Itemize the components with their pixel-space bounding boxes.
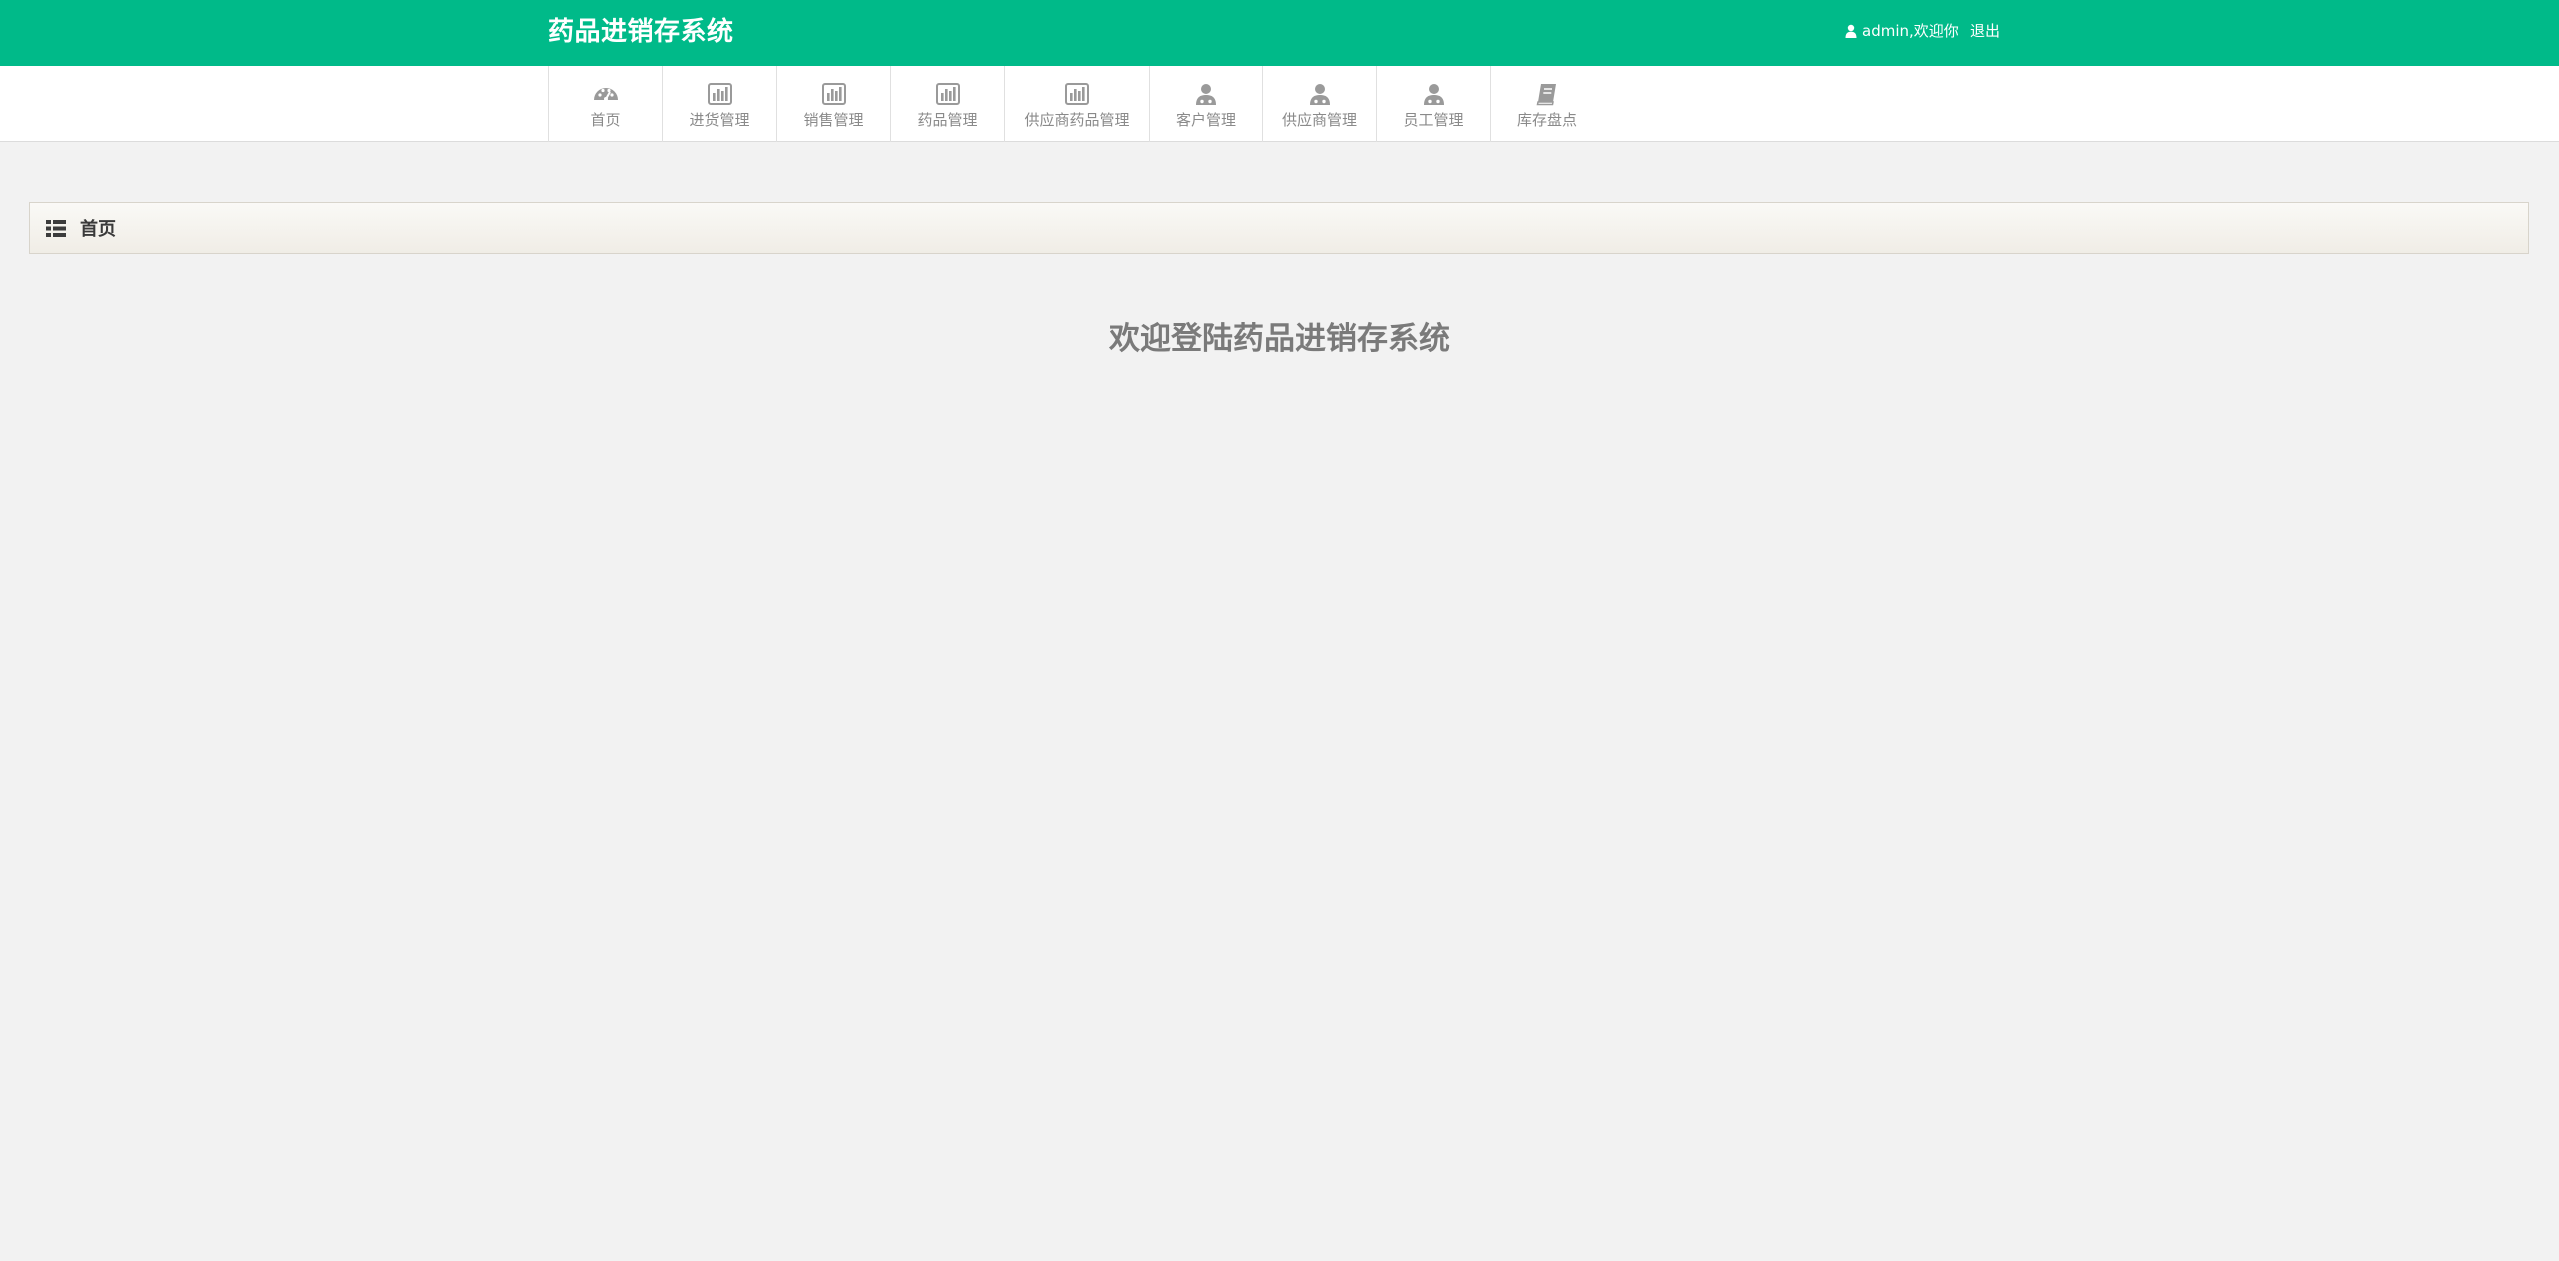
breadcrumb-panel: 首页 xyxy=(29,202,2529,254)
user-greeting-text: admin,欢迎你 xyxy=(1862,22,1959,40)
nav-label-suppliers: 供应商管理 xyxy=(1281,111,1357,129)
nav-label-customers: 客户管理 xyxy=(1175,111,1236,129)
list-icon xyxy=(46,219,66,237)
nav-item-home[interactable]: 首页 xyxy=(549,66,663,142)
nav-item-sales[interactable]: 销售管理 xyxy=(777,66,891,142)
nav-item-purchase[interactable]: 进货管理 xyxy=(663,66,777,142)
nav-label-employees: 员工管理 xyxy=(1403,111,1464,129)
bar-chart-icon xyxy=(821,83,846,105)
nav-label-purchase: 进货管理 xyxy=(689,111,750,129)
user-icon xyxy=(1309,84,1330,105)
user-icon xyxy=(1845,24,1857,38)
user-icon xyxy=(1423,84,1444,105)
nav-label-sales: 销售管理 xyxy=(803,111,864,129)
bar-chart-icon xyxy=(707,83,732,105)
nav-item-employees[interactable]: 员工管理 xyxy=(1377,66,1491,142)
app-title: 药品进销存系统 xyxy=(548,17,734,47)
top-header-bar: 药品进销存系统 admin,欢迎你 退出 xyxy=(0,0,2559,66)
nav-items: 首页 进货管理 销售管理 药品管理 供应商药品管理 客户管理 供应商管理 员工管… xyxy=(548,66,1603,142)
bar-chart-icon xyxy=(1065,83,1089,105)
nav-label-drugs: 药品管理 xyxy=(917,111,978,129)
nav-item-inventory[interactable]: 库存盘点 xyxy=(1491,66,1603,142)
nav-label-home: 首页 xyxy=(590,111,621,129)
nav-label-inventory: 库存盘点 xyxy=(1516,111,1577,129)
nav-item-customers[interactable]: 客户管理 xyxy=(1150,66,1263,142)
user-icon xyxy=(1196,84,1216,105)
book-icon xyxy=(1536,84,1556,106)
nav-item-drugs[interactable]: 药品管理 xyxy=(891,66,1005,142)
nav-label-supplier-drugs: 供应商药品管理 xyxy=(1024,111,1130,129)
nav-item-supplier-drugs[interactable]: 供应商药品管理 xyxy=(1005,66,1150,142)
welcome-message: 欢迎登陆药品进销存系统 xyxy=(1109,321,1450,357)
main-nav-bar: 首页 进货管理 销售管理 药品管理 供应商药品管理 客户管理 供应商管理 员工管… xyxy=(0,66,2559,142)
nav-item-suppliers[interactable]: 供应商管理 xyxy=(1263,66,1377,142)
page-title: 首页 xyxy=(80,219,116,240)
logout-link[interactable]: 退出 xyxy=(1970,20,2000,42)
user-greeting: admin,欢迎你 xyxy=(1845,20,1959,42)
bar-chart-icon xyxy=(935,83,960,105)
dashboard-icon xyxy=(593,88,618,101)
